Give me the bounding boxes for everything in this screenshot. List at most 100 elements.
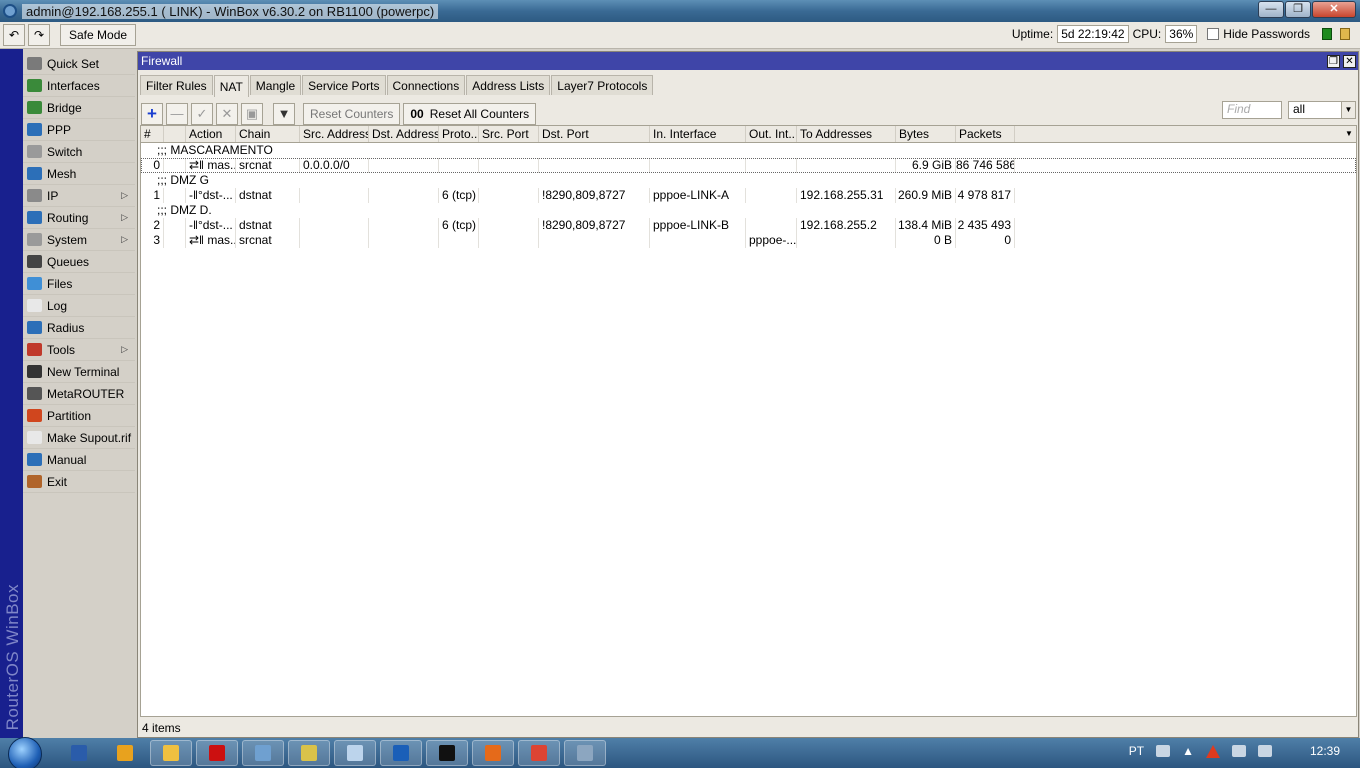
columns-menu-icon[interactable]: ▼	[1342, 126, 1356, 142]
menu-item-exit[interactable]: Exit	[23, 471, 135, 493]
menu-item-metarouter[interactable]: MetaROUTER	[23, 383, 135, 405]
column-header[interactable]: Src. Address	[300, 126, 369, 142]
menu-item-manual[interactable]: Manual	[23, 449, 135, 471]
rule-comment[interactable]: ;;; DMZ D.	[141, 203, 1356, 218]
table-row[interactable]: 3 ⇄‖ mas... srcnat pppoe-... 0 B0	[141, 233, 1356, 248]
taskbar-app-button[interactable]	[150, 740, 192, 766]
menu-item-queues[interactable]: Queues	[23, 251, 135, 273]
column-header[interactable]: #	[141, 126, 164, 142]
column-header[interactable]: Chain	[236, 126, 300, 142]
network-icon[interactable]	[1257, 745, 1272, 757]
column-header[interactable]: Src. Port	[479, 126, 539, 142]
safe-mode-button[interactable]: Safe Mode	[60, 24, 137, 46]
enable-icon[interactable]: ✓	[191, 102, 213, 125]
menu-item-bridge[interactable]: Bridge	[23, 97, 135, 119]
tab-mangle[interactable]: Mangle	[249, 75, 302, 95]
table-row[interactable]: 1 -‖°dst-... dstnat 6 (tcp) !8290,809,8727 pp…	[141, 188, 1356, 203]
column-header[interactable]: Dst. Port	[539, 126, 650, 142]
clock[interactable]: 12:39	[1310, 744, 1340, 758]
close-icon[interactable]: ✕	[1312, 1, 1356, 18]
find-input[interactable]: Find	[1222, 101, 1282, 119]
menu-item-partition[interactable]: Partition	[23, 405, 135, 427]
keyboard-icon[interactable]	[1156, 745, 1171, 757]
winbox-icon	[255, 745, 271, 761]
menu-item-label: MetaROUTER	[47, 386, 125, 401]
filter-icon[interactable]: ▼	[273, 102, 295, 125]
rule-comment[interactable]: ;;; DMZ G	[141, 173, 1356, 188]
language-indicator[interactable]: PT	[1129, 744, 1144, 758]
table-cell: pppoe-LINK-B	[650, 218, 746, 233]
column-header[interactable]	[164, 126, 186, 142]
taskbar-app-button[interactable]	[196, 740, 238, 766]
tray-expand-icon[interactable]: ▲	[1182, 744, 1194, 758]
menu-item-files[interactable]: Files	[23, 273, 135, 295]
menu-item-quick-set[interactable]: Quick Set	[23, 53, 135, 75]
column-header[interactable]: To Addresses	[797, 126, 896, 142]
menu-item-make-supout-rif[interactable]: Make Supout.rif	[23, 427, 135, 449]
tab-address-lists[interactable]: Address Lists	[466, 75, 551, 95]
menu-item-label: Radius	[47, 320, 85, 335]
table-row[interactable]: 2 -‖°dst-... dstnat 6 (tcp) !8290,809,8727 pp…	[141, 218, 1356, 233]
minimize-icon[interactable]: —	[1258, 1, 1284, 18]
taskbar-app-button[interactable]	[104, 740, 146, 766]
column-header[interactable]: Action	[186, 126, 236, 142]
column-header[interactable]: Out. Int...	[746, 126, 797, 142]
redo-icon[interactable]: ↷	[28, 24, 50, 46]
menu-item-radius[interactable]: Radius	[23, 317, 135, 339]
column-header[interactable]: Packets	[956, 126, 1015, 142]
nat-rules-table: # Action Chain Src. Address Dst. Address Prot…	[140, 125, 1357, 717]
restore-icon[interactable]: ❐	[1327, 54, 1340, 68]
column-header[interactable]: Proto...	[439, 126, 479, 142]
comment-icon[interactable]: ▣	[241, 102, 263, 125]
maximize-icon[interactable]: ❐	[1285, 1, 1311, 18]
menu-item-routing[interactable]: Routing ▷	[23, 207, 135, 229]
reset-counters-button[interactable]: Reset Counters	[303, 102, 401, 125]
tab-connections[interactable]: Connections	[386, 75, 466, 95]
taskbar-app-button[interactable]	[426, 740, 468, 766]
menu-item-interfaces[interactable]: Interfaces	[23, 75, 135, 97]
interfaces-icon	[27, 79, 42, 92]
table-cell	[300, 233, 369, 248]
menu-item-ip[interactable]: IP ▷	[23, 185, 135, 207]
tab-filter-rules[interactable]: Filter Rules	[140, 75, 213, 95]
taskbar-app-button[interactable]	[58, 740, 100, 766]
taskbar-app-button[interactable]	[564, 740, 606, 766]
table-row[interactable]: 0 ⇄‖ mas... srcnat 0.0.0.0/0 6.9 GiB 86 746 5…	[141, 158, 1356, 173]
warning-icon[interactable]	[1205, 744, 1220, 758]
add-icon[interactable]: +	[141, 102, 163, 125]
table-cell: srcnat	[236, 233, 300, 248]
rule-comment[interactable]: ;;; MASCARAMENTO	[141, 143, 1356, 158]
menu-item-tools[interactable]: Tools ▷	[23, 339, 135, 361]
taskbar-app-button[interactable]	[472, 740, 514, 766]
menu-item-mesh[interactable]: Mesh	[23, 163, 135, 185]
undo-icon[interactable]: ↶	[3, 24, 25, 46]
taskbar-app-button[interactable]	[380, 740, 422, 766]
menu-item-log[interactable]: Log	[23, 295, 135, 317]
remote-desktop-icon	[577, 745, 593, 761]
hide-passwords-checkbox[interactable]	[1207, 28, 1220, 40]
taskbar-app-button[interactable]	[334, 740, 376, 766]
disable-icon[interactable]: ✕	[216, 102, 238, 125]
filter-select[interactable]: all ▼	[1288, 101, 1356, 119]
reset-all-counters-button[interactable]: 00 Reset All Counters	[403, 102, 537, 125]
tab-service-ports[interactable]: Service Ports	[302, 75, 386, 95]
taskbar-app-button[interactable]	[288, 740, 330, 766]
close-icon[interactable]: ✕	[1343, 54, 1356, 68]
column-header[interactable]: In. Interface	[650, 126, 746, 142]
tab-layer7-protocols[interactable]: Layer7 Protocols	[551, 75, 654, 95]
taskbar-app-button[interactable]	[518, 740, 560, 766]
menu-item-system[interactable]: System ▷	[23, 229, 135, 251]
column-header[interactable]: Dst. Address	[369, 126, 439, 142]
column-header[interactable]: Bytes	[896, 126, 956, 142]
menu-item-new-terminal[interactable]: New Terminal	[23, 361, 135, 383]
taskbar-app-button[interactable]	[242, 740, 284, 766]
start-button[interactable]	[8, 737, 42, 768]
table-cell: 0	[141, 158, 164, 173]
mesh-icon	[27, 167, 42, 180]
menu-item-ppp[interactable]: PPP	[23, 119, 135, 141]
tab-nat[interactable]: NAT	[213, 75, 249, 97]
menu-item-label: Log	[47, 298, 68, 313]
menu-item-switch[interactable]: Switch	[23, 141, 135, 163]
volume-icon[interactable]	[1231, 745, 1246, 757]
remove-icon[interactable]: —	[166, 102, 188, 125]
